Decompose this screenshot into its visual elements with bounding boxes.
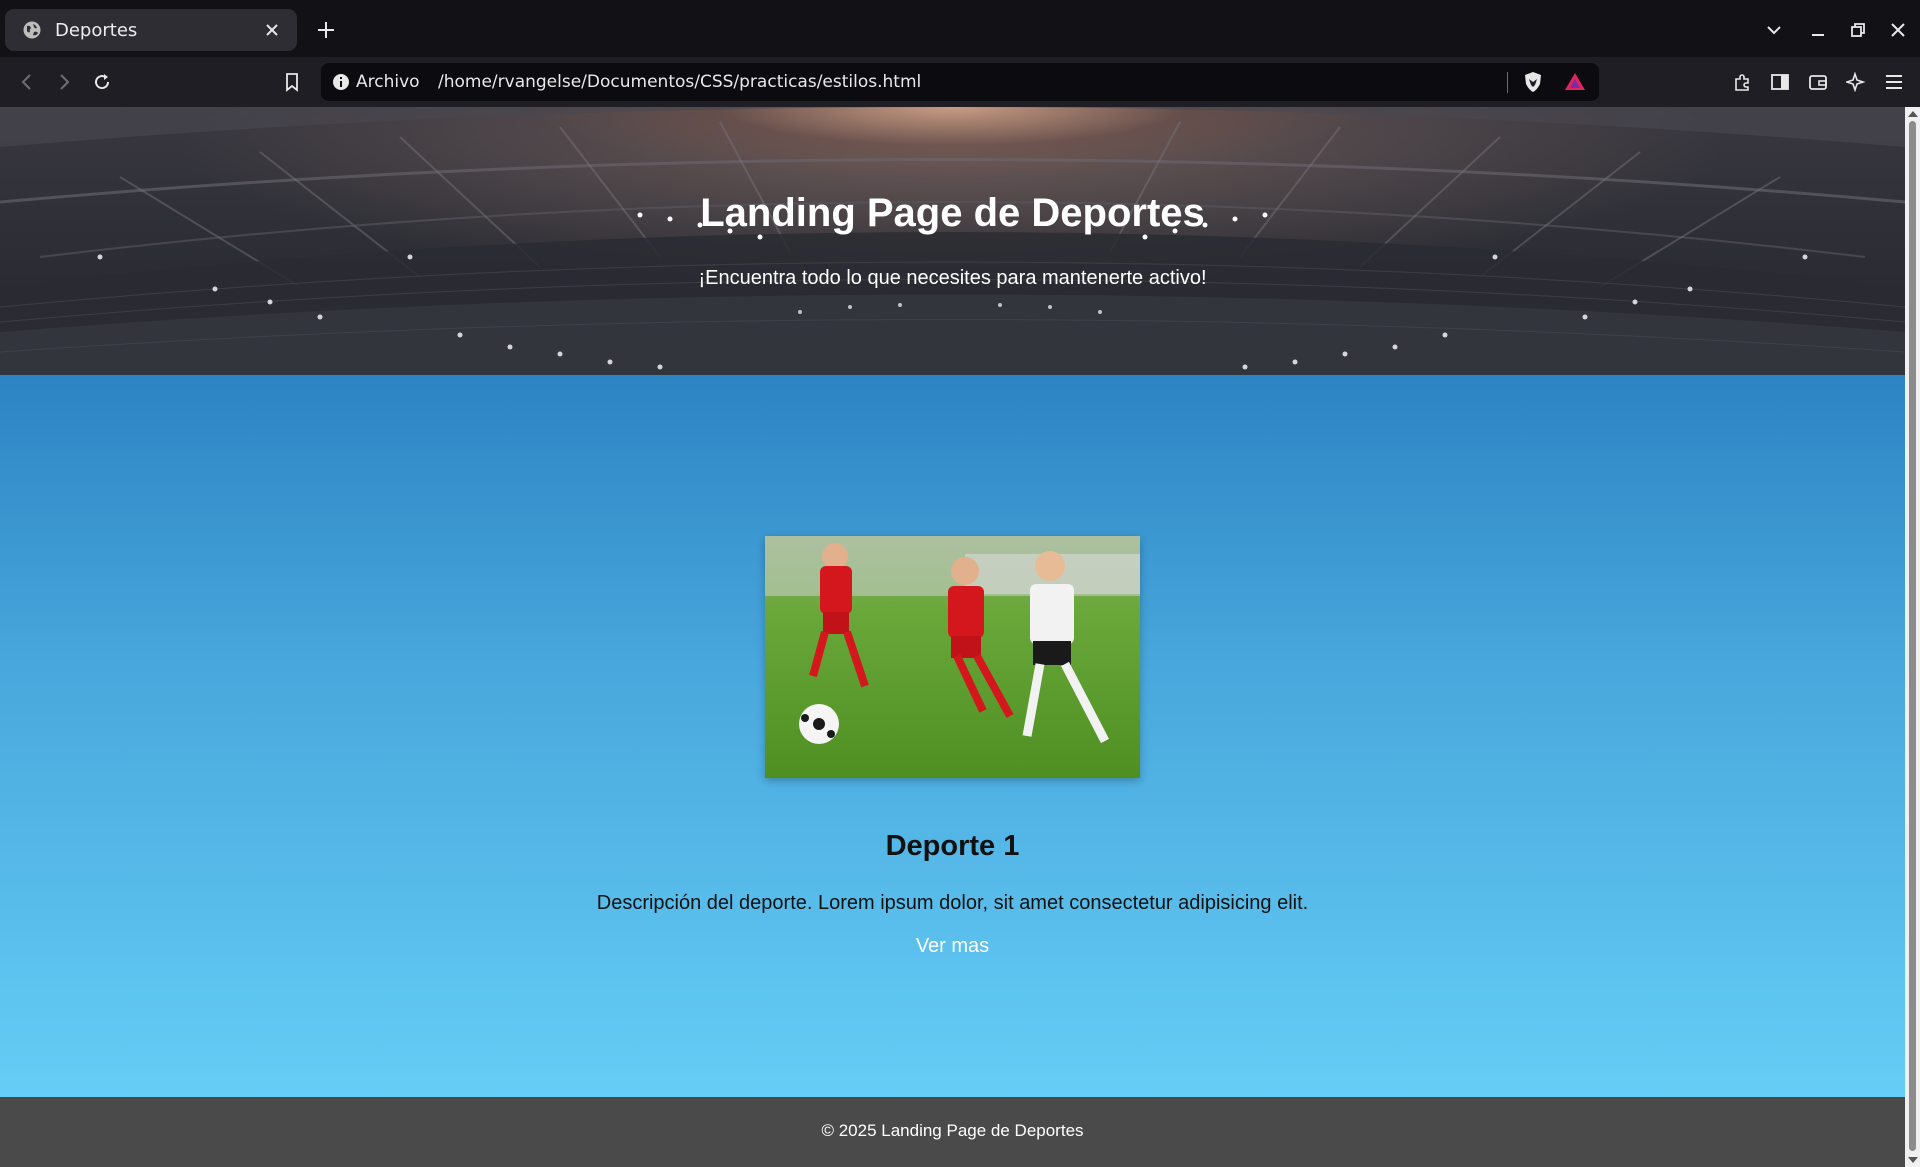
sidebar-icon[interactable] bbox=[1764, 66, 1796, 98]
tab-list-chevron-down-icon[interactable] bbox=[1758, 14, 1790, 46]
new-tab-button[interactable] bbox=[310, 14, 342, 46]
browser-toolbar: Archivo /home/rvangelse/Documentos/CSS/p… bbox=[0, 57, 1920, 107]
leo-ai-icon[interactable] bbox=[1840, 66, 1872, 98]
vertical-scrollbar[interactable] bbox=[1905, 107, 1920, 1167]
url-text[interactable]: /home/rvangelse/Documentos/CSS/practicas… bbox=[438, 72, 921, 92]
tab-title: Deportes bbox=[55, 19, 138, 41]
page-subtitle: ¡Encuentra todo lo que necesites para ma… bbox=[698, 267, 1207, 289]
card-title: Deporte 1 bbox=[885, 830, 1020, 862]
browser-tab[interactable]: Deportes bbox=[5, 9, 297, 51]
globe-icon bbox=[21, 19, 43, 41]
hero-header: Landing Page de Deportes ¡Encuentra todo… bbox=[0, 107, 1905, 375]
stadium-background-image bbox=[0, 107, 1905, 375]
page-title: Landing Page de Deportes bbox=[700, 191, 1205, 235]
menu-icon[interactable] bbox=[1878, 66, 1910, 98]
main-content: Deporte 1 Descripción del deporte. Lorem… bbox=[0, 375, 1905, 1097]
soccer-kids-photo bbox=[765, 536, 1140, 778]
page-footer: © 2025 Landing Page de Deportes bbox=[0, 1097, 1905, 1167]
extensions-icon[interactable] bbox=[1726, 66, 1758, 98]
close-window-icon[interactable] bbox=[1882, 14, 1914, 46]
bookmark-icon[interactable] bbox=[276, 66, 308, 98]
card-description: Descripción del deporte. Lorem ipsum dol… bbox=[596, 892, 1309, 914]
scrollbar-thumb[interactable] bbox=[1909, 121, 1916, 1151]
browser-tab-strip: Deportes bbox=[0, 0, 1920, 57]
minimize-icon[interactable] bbox=[1802, 14, 1834, 46]
forward-icon[interactable] bbox=[48, 66, 80, 98]
scroll-up-arrow-icon[interactable] bbox=[1908, 111, 1918, 117]
scheme-label: Archivo bbox=[356, 72, 420, 92]
info-icon[interactable] bbox=[332, 73, 350, 91]
wallet-icon[interactable] bbox=[1802, 66, 1834, 98]
close-tab-icon[interactable] bbox=[259, 17, 285, 43]
back-icon[interactable] bbox=[11, 66, 43, 98]
footer-text: © 2025 Landing Page de Deportes bbox=[821, 1121, 1084, 1140]
brave-shield-icon[interactable] bbox=[1521, 70, 1545, 94]
page-viewport: Landing Page de Deportes ¡Encuentra todo… bbox=[0, 107, 1905, 1167]
brave-rewards-icon[interactable] bbox=[1563, 70, 1587, 94]
restore-icon[interactable] bbox=[1842, 14, 1874, 46]
address-bar[interactable]: Archivo /home/rvangelse/Documentos/CSS/p… bbox=[321, 63, 1599, 101]
ver-mas-link[interactable]: Ver mas bbox=[916, 935, 989, 957]
reload-icon[interactable] bbox=[86, 66, 118, 98]
scroll-down-arrow-icon[interactable] bbox=[1908, 1157, 1918, 1163]
card-link-wrapper: Ver mas bbox=[0, 935, 1905, 958]
url-separator bbox=[1507, 72, 1508, 93]
